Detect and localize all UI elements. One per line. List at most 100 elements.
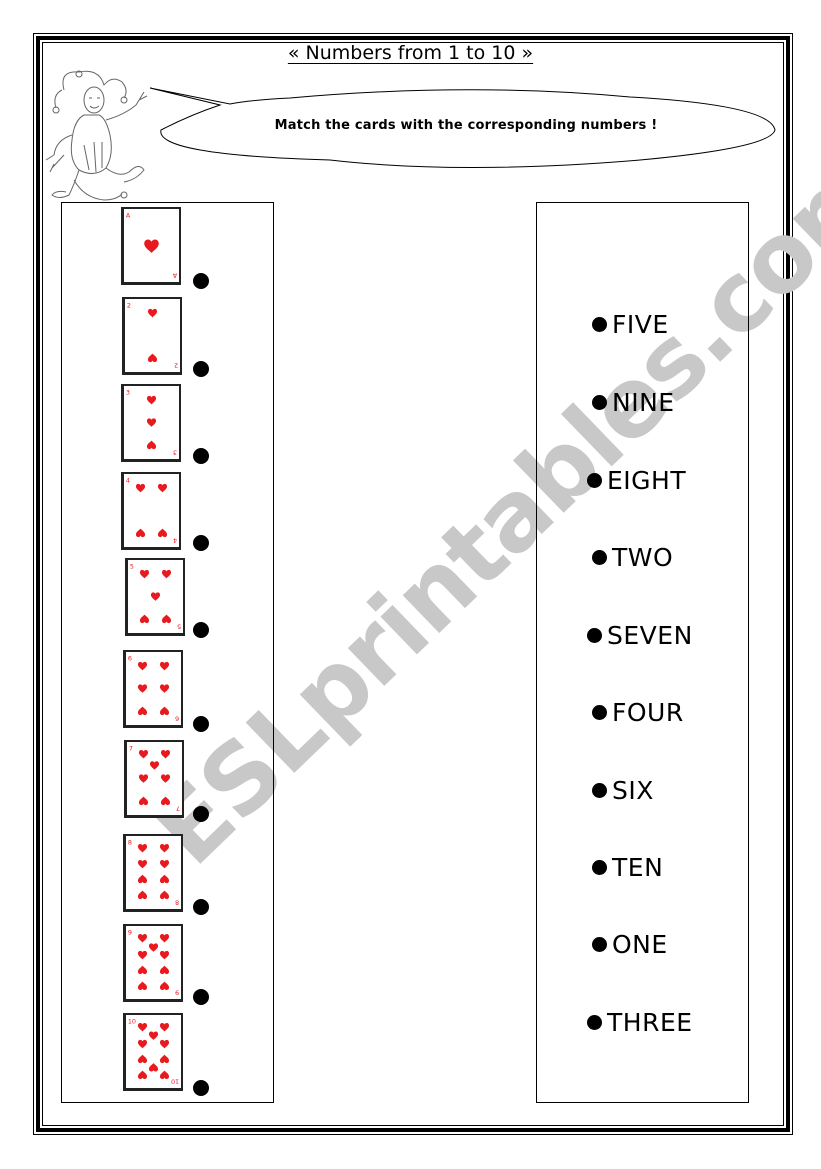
playing-card-6-of-hearts[interactable]: 66 — [123, 650, 183, 728]
word-item-ten: TEN — [592, 853, 663, 882]
heart-pip-icon — [139, 614, 150, 624]
card-match-dot[interactable] — [193, 273, 209, 289]
heart-pip-icon — [138, 774, 149, 783]
word-item-three: THREE — [587, 1008, 693, 1037]
word-item-four: FOUR — [592, 698, 684, 727]
number-word: ONE — [612, 930, 668, 959]
heart-pip-icon — [159, 934, 170, 943]
card-match-dot[interactable] — [193, 989, 209, 1005]
word-match-dot[interactable] — [592, 550, 607, 565]
card-index-top: 10 — [128, 1017, 136, 1025]
card-match-dot[interactable] — [193, 899, 209, 915]
heart-pip-icon — [137, 950, 148, 960]
card-index-top: 8 — [128, 838, 132, 846]
heart-pip-icon — [148, 1031, 159, 1040]
card-index-top: 6 — [128, 654, 132, 662]
card-index-bottom: 4 — [173, 537, 177, 545]
heart-pip-icon — [159, 844, 170, 853]
card-index-bottom: 8 — [175, 899, 179, 907]
word-match-dot[interactable] — [592, 937, 607, 952]
card-index-top: 3 — [126, 388, 130, 396]
card-index-top: 9 — [128, 928, 132, 936]
card-index-top: 4 — [126, 476, 130, 484]
word-match-dot[interactable] — [592, 783, 607, 798]
playing-card-4-of-hearts[interactable]: 44 — [121, 472, 181, 550]
playing-card-8-of-hearts[interactable]: 88 — [123, 834, 183, 912]
word-match-dot[interactable] — [592, 317, 607, 332]
heart-pip-icon — [138, 796, 149, 806]
playing-card-3-of-hearts[interactable]: 33 — [121, 384, 181, 462]
card-match-dot[interactable] — [193, 361, 209, 377]
card-match-dot[interactable] — [193, 622, 209, 638]
word-item-six: SIX — [592, 776, 654, 805]
word-match-dot[interactable] — [587, 1015, 602, 1030]
heart-pip-icon — [159, 661, 170, 671]
heart-pip-icon — [160, 796, 171, 806]
heart-pip-icon — [159, 950, 170, 960]
number-word: TEN — [612, 853, 664, 882]
heart-pip-icon — [137, 661, 148, 671]
heart-pip-icon — [160, 750, 171, 759]
playing-card-10-of-hearts[interactable]: 10 10 — [123, 1013, 183, 1091]
card-index-bottom: 3 — [173, 449, 177, 457]
card-index-top: 2 — [127, 301, 131, 309]
word-match-dot[interactable] — [592, 395, 607, 410]
heart-pip-icon — [160, 774, 171, 783]
heart-pip-icon — [138, 750, 149, 759]
word-match-dot[interactable] — [587, 473, 602, 488]
heart-pip-icon — [159, 859, 170, 869]
card-index-top: 7 — [129, 744, 133, 752]
heart-pip-icon — [137, 1054, 148, 1064]
heart-pip-icon — [159, 1023, 170, 1032]
heart-pip-icon — [157, 528, 168, 538]
playing-card-5-of-hearts[interactable]: 55 — [125, 558, 185, 636]
number-word: FOUR — [612, 698, 684, 727]
heart-pip-icon — [137, 1039, 148, 1049]
heart-pip-icon — [159, 981, 170, 991]
card-index-bottom: 5 — [177, 623, 181, 631]
heart-pip-icon — [147, 308, 158, 318]
heart-pip-icon — [149, 761, 160, 770]
word-match-dot[interactable] — [587, 628, 602, 643]
playing-card-2-of-hearts[interactable]: 22 — [122, 297, 182, 375]
card-index-bottom: A — [172, 272, 177, 280]
card-match-dot[interactable] — [193, 716, 209, 732]
number-word: FIVE — [612, 310, 669, 339]
number-word: SIX — [612, 776, 654, 805]
heart-pip-icon — [159, 874, 170, 884]
card-index-top: A — [126, 211, 131, 219]
heart-pip-icon — [146, 418, 157, 427]
heart-pip-icon — [148, 943, 159, 952]
heart-pip-icon — [137, 1023, 148, 1032]
word-match-dot[interactable] — [592, 705, 607, 720]
heart-pip-icon — [135, 483, 146, 493]
card-match-dot[interactable] — [193, 806, 209, 822]
number-word: EIGHT — [607, 466, 687, 495]
playing-card-9-of-hearts[interactable]: 99 — [123, 924, 183, 1002]
heart-pip-icon — [148, 1063, 159, 1072]
heart-pip-icon — [137, 684, 148, 693]
card-index-bottom: 6 — [175, 715, 179, 723]
number-word: SEVEN — [607, 621, 693, 650]
word-item-one: ONE — [592, 930, 668, 959]
heart-pip-icon — [144, 239, 159, 253]
card-match-dot[interactable] — [193, 448, 209, 464]
heart-pip-icon — [159, 1070, 170, 1080]
heart-pip-icon — [137, 844, 148, 853]
heart-pip-icon — [137, 706, 148, 716]
heart-pip-icon — [135, 528, 146, 538]
card-match-dot[interactable] — [193, 535, 209, 551]
heart-pip-icon — [159, 890, 170, 900]
heart-pip-icon — [137, 965, 148, 975]
card-index-bottom: 10 — [171, 1078, 179, 1086]
playing-card-a-of-hearts[interactable]: AA — [121, 207, 181, 285]
number-word: TWO — [612, 543, 674, 572]
heart-pip-icon — [137, 1070, 148, 1080]
word-item-eight: EIGHT — [587, 466, 686, 495]
playing-card-7-of-hearts[interactable]: 77 — [124, 740, 184, 818]
heart-pip-icon — [137, 874, 148, 884]
card-match-dot[interactable] — [193, 1080, 209, 1096]
word-item-nine: NINE — [592, 388, 675, 417]
card-index-bottom: 2 — [174, 362, 178, 370]
word-match-dot[interactable] — [592, 860, 607, 875]
